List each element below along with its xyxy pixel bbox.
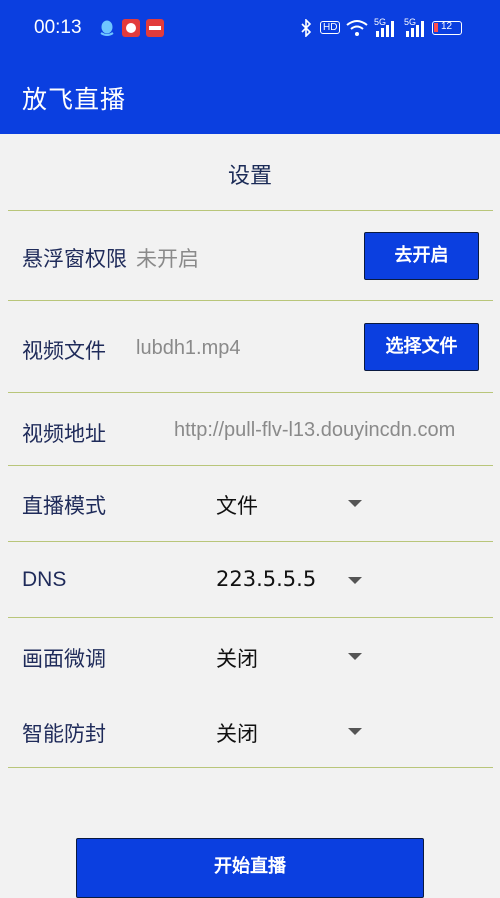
dropdown-caret-icon — [348, 500, 362, 507]
divider — [8, 392, 493, 393]
dropdown-caret-icon — [348, 577, 362, 584]
dropdown-caret-icon — [348, 653, 362, 660]
hd-badge: HD — [320, 21, 341, 34]
picture-fine-tune-label: 画面微调 — [22, 647, 106, 671]
live-mode-select[interactable]: 文件 — [210, 482, 370, 526]
divider — [8, 210, 493, 211]
choose-file-button[interactable]: 选择文件 — [364, 323, 479, 371]
divider — [8, 541, 493, 542]
app-bar: 放飞直播 — [0, 58, 500, 134]
app-title: 放飞直播 — [22, 85, 127, 114]
picture-fine-tune-value: 关闭 — [216, 647, 258, 671]
qq-icon — [100, 20, 114, 36]
status-time: 00:13 — [34, 17, 82, 38]
battery-level: 12 — [441, 21, 453, 32]
overlay-permission-label: 悬浮窗权限 — [22, 247, 127, 271]
video-file-value: lubdh1.mp4 — [136, 337, 241, 359]
dns-value: 223.5.5.5 — [216, 567, 317, 591]
app-notification-icon-2 — [146, 19, 164, 37]
anti-ban-value: 关闭 — [216, 722, 258, 746]
app-notification-icon — [122, 19, 140, 37]
status-bar: 00:13 HD 5G 5G 12 — [0, 0, 500, 58]
anti-ban-label: 智能防封 — [22, 722, 106, 746]
anti-ban-select[interactable]: 关闭 — [210, 710, 370, 754]
picture-fine-tune-select[interactable]: 关闭 — [210, 635, 370, 679]
divider — [8, 617, 493, 618]
divider — [8, 465, 493, 466]
signal-icon-2 — [406, 21, 424, 37]
bluetooth-icon — [301, 19, 312, 37]
live-mode-label: 直播模式 — [22, 494, 106, 518]
dns-label: DNS — [22, 568, 67, 591]
video-url-input[interactable]: http://pull-flv-l13.douyincdn.com — [174, 419, 479, 442]
video-url-label: 视频地址 — [22, 422, 106, 446]
dropdown-caret-icon — [348, 728, 362, 735]
divider — [8, 300, 493, 301]
divider — [8, 767, 493, 768]
dns-select[interactable]: 223.5.5.5 — [210, 559, 370, 603]
battery-icon: 12 — [432, 21, 462, 35]
live-mode-value: 文件 — [216, 494, 258, 518]
settings-title: 设置 — [227, 164, 272, 189]
video-file-label: 视频文件 — [22, 339, 106, 363]
enable-overlay-button[interactable]: 去开启 — [364, 232, 479, 280]
start-live-button[interactable]: 开始直播 — [76, 838, 424, 898]
overlay-permission-status: 未开启 — [136, 247, 199, 271]
signal-icon-1 — [376, 21, 394, 37]
wifi-icon — [346, 20, 368, 36]
